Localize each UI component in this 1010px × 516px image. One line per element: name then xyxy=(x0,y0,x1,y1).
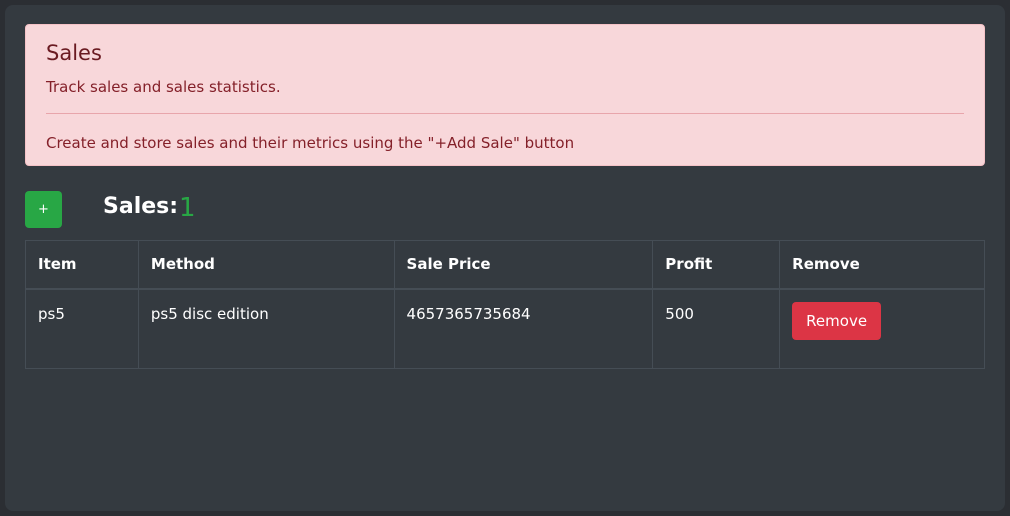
cell-sale-price: 4657365735684 xyxy=(393,288,654,369)
app-panel: Sales Track sales and sales statistics. … xyxy=(5,5,1005,511)
cell-profit: 500 xyxy=(652,288,781,369)
cell-method: ps5 disc edition xyxy=(137,288,395,369)
column-header-sale-price: Sale Price xyxy=(393,240,654,290)
column-header-method: Method xyxy=(137,240,395,290)
column-header-item: Item xyxy=(25,240,139,290)
alert-subtitle: Track sales and sales statistics. xyxy=(46,78,281,96)
info-alert: Sales Track sales and sales statistics. … xyxy=(25,24,985,166)
cell-remove: Remove xyxy=(779,288,985,369)
alert-divider xyxy=(46,113,964,114)
alert-title: Sales xyxy=(46,41,102,65)
remove-sale-button[interactable]: Remove xyxy=(792,302,882,340)
sales-table: Item Method Sale Price Profit Remove ps5… xyxy=(25,240,985,369)
column-header-remove: Remove xyxy=(779,240,985,290)
table-row: ps5 ps5 disc edition 4657365735684 500 R… xyxy=(25,288,985,369)
add-sale-button[interactable]: + xyxy=(25,191,62,228)
sales-count-value: 1 xyxy=(179,193,196,223)
column-header-profit: Profit xyxy=(652,240,781,290)
cell-item: ps5 xyxy=(25,288,139,369)
sales-count-label: Sales: xyxy=(103,194,179,219)
alert-note: Create and store sales and their metrics… xyxy=(46,134,575,152)
table-header-row: Item Method Sale Price Profit Remove xyxy=(25,240,985,290)
